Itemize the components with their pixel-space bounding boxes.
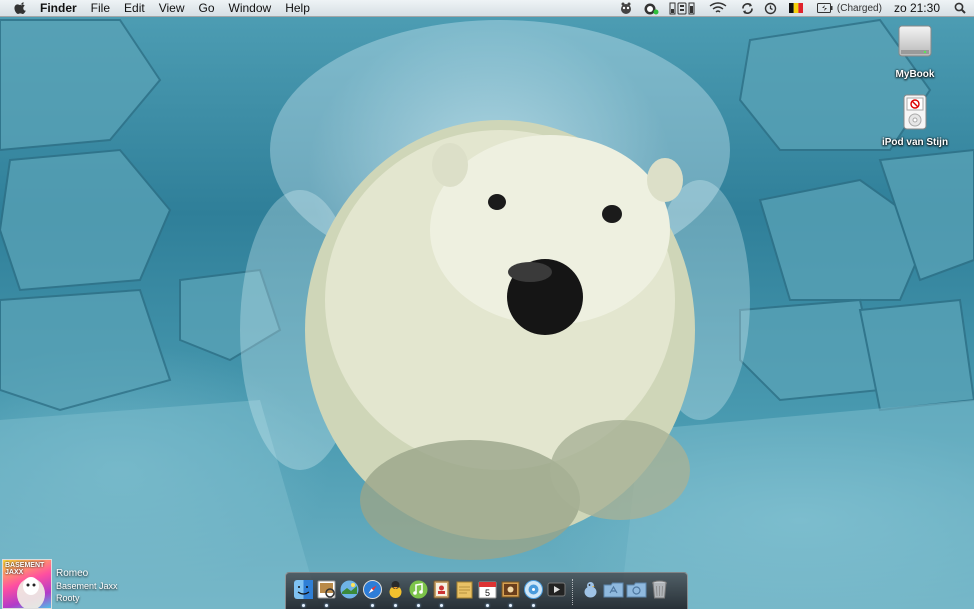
track-song: Romeo [56, 568, 89, 579]
cyberduck-icon [584, 582, 597, 598]
dock-notes[interactable] [453, 579, 476, 607]
belgium-flag-icon[interactable] [788, 0, 803, 16]
trash-icon [652, 580, 667, 599]
istat-icon[interactable] [669, 0, 695, 16]
applications-folder-icon [603, 582, 624, 598]
menu-app-name[interactable]: Finder [40, 1, 77, 15]
notes-icon [456, 581, 473, 599]
dvd-player-icon [547, 582, 566, 597]
now-playing-widget[interactable]: BASEMENT JAXX Romeo Basement Jaxx Rooty [2, 559, 118, 609]
itunes-cd-icon [524, 580, 543, 599]
wifi-icon[interactable] [709, 0, 727, 16]
dock-trash[interactable] [648, 579, 671, 607]
running-indicator [302, 604, 305, 607]
menu-window[interactable]: Window [229, 1, 272, 15]
desktop-icon-mybook[interactable]: MyBook [870, 22, 960, 80]
apple-menu-icon[interactable] [14, 1, 28, 15]
menu-view[interactable]: View [159, 1, 185, 15]
running-indicator [394, 604, 397, 607]
dock-applications-folder[interactable] [602, 579, 625, 607]
time-machine-icon[interactable] [764, 0, 777, 16]
dock-iphoto[interactable] [338, 579, 361, 607]
ical-icon: 5 [478, 581, 497, 599]
running-indicator [417, 604, 420, 607]
track-album: Rooty [56, 593, 80, 603]
menu-go[interactable]: Go [199, 1, 215, 15]
ical-day: 5 [485, 588, 490, 598]
photo-booth-icon [501, 581, 520, 598]
address-book-icon [433, 580, 450, 599]
running-indicator [532, 604, 535, 607]
dock: 5 [285, 572, 688, 609]
menu-help[interactable]: Help [285, 1, 310, 15]
preview-icon [317, 580, 336, 599]
desktop-icon-label: MyBook [895, 69, 935, 80]
menu-file[interactable]: File [91, 1, 110, 15]
adium-icon[interactable] [643, 0, 659, 16]
album-art: BASEMENT JAXX [2, 559, 52, 609]
polar-bear-wallpaper-art [0, 18, 974, 609]
safari-icon [363, 580, 382, 599]
dock-adium[interactable] [384, 579, 407, 607]
dock-itunes-cd[interactable] [522, 579, 545, 607]
dock-preview[interactable] [315, 579, 338, 607]
track-info: Romeo Basement Jaxx Rooty [56, 568, 118, 607]
battery-status: (Charged) [836, 2, 882, 14]
desktop-icon-label: iPod van Stijn [881, 137, 949, 148]
spotlight-icon[interactable] [954, 0, 966, 16]
running-indicator [509, 604, 512, 607]
album-art-figure [17, 577, 45, 608]
running-indicator [440, 604, 443, 607]
dock-finder[interactable] [292, 579, 315, 607]
menu-edit[interactable]: Edit [124, 1, 145, 15]
running-indicator [486, 604, 489, 607]
dock-photo-booth[interactable] [499, 579, 522, 607]
dock-cyberduck[interactable] [579, 579, 602, 607]
running-indicator [371, 604, 374, 607]
downloads-folder-icon [626, 582, 647, 598]
desktop-icon-ipod[interactable]: iPod van Stijn [870, 94, 960, 148]
menu-extras: (Charged) zo 21:30 [609, 0, 974, 16]
dock-items: 5 [292, 579, 671, 607]
dock-separator[interactable] [572, 579, 575, 605]
finder-icon [294, 580, 313, 599]
external-drive-icon [898, 25, 932, 57]
itunes-icon [409, 580, 428, 599]
dock-itunes[interactable] [407, 579, 430, 607]
dock-address-book[interactable] [430, 579, 453, 607]
ipod-icon [903, 94, 927, 130]
running-indicator [325, 604, 328, 607]
track-artist: Basement Jaxx [56, 581, 118, 591]
dock-downloads-folder[interactable] [625, 579, 648, 607]
desktop-wallpaper [0, 0, 974, 609]
dock-dvd-player[interactable] [545, 579, 568, 607]
adium-duck-icon [389, 581, 402, 598]
dock-ical[interactable]: 5 [476, 579, 499, 607]
sync-icon[interactable] [741, 0, 754, 16]
dock-safari[interactable] [361, 579, 384, 607]
battery-icon[interactable]: (Charged) [816, 0, 882, 16]
menu-bar: Finder File Edit View Go Window Help (Ch… [0, 0, 974, 17]
iphoto-icon [340, 580, 359, 599]
growl-icon[interactable] [619, 0, 633, 16]
menu-clock[interactable]: zo 21:30 [894, 1, 940, 15]
